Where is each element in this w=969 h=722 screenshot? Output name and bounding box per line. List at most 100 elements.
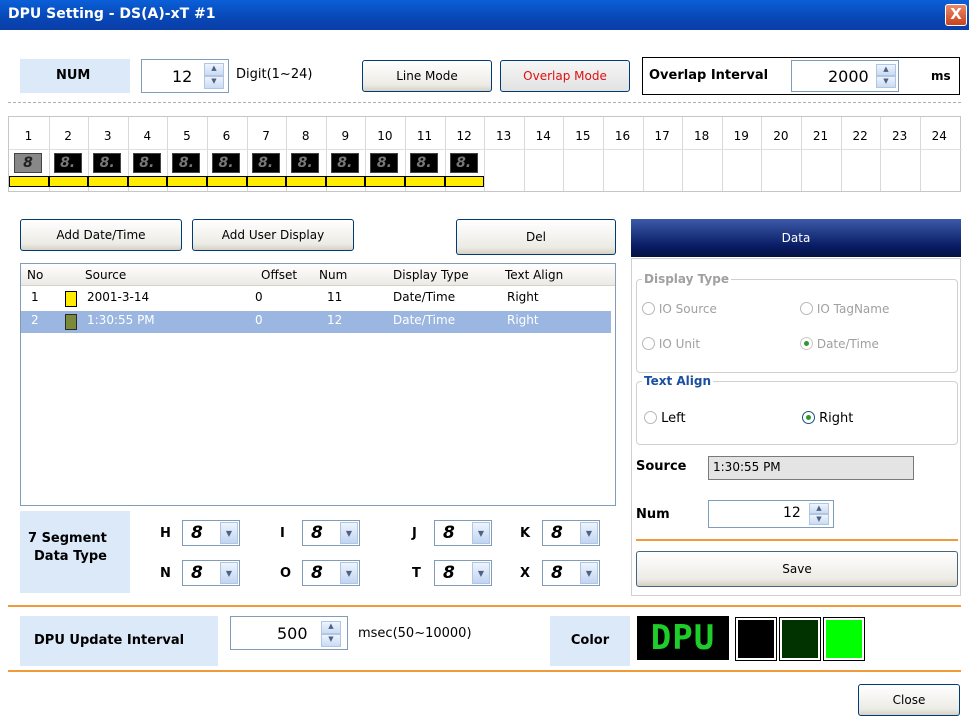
source-field[interactable]: 1:30:55 PM <box>708 456 914 480</box>
segment-digit[interactable]: 8 <box>14 153 42 173</box>
seg-type-select[interactable]: 8 ▼ <box>434 560 492 586</box>
segment-assign-bar <box>286 176 326 187</box>
chevron-down-icon[interactable]: ▼ <box>220 522 238 544</box>
seg-type-select[interactable]: 8 ▼ <box>182 560 240 586</box>
segment-digit[interactable]: 8. <box>449 153 478 173</box>
data-num-spin-buttons[interactable]: ▲ ▼ <box>809 503 829 525</box>
seg-type-label-2: Data Type <box>34 549 107 564</box>
io-source-radio[interactable]: IO Source <box>642 302 717 316</box>
digit-column-number: 18 <box>694 129 710 143</box>
digit-column-number: 15 <box>575 129 591 143</box>
display-list[interactable]: No Source Offset Num Display Type Text A… <box>20 263 616 506</box>
seg-type-select[interactable]: 8 ▼ <box>542 520 600 546</box>
segment-digit[interactable]: 8. <box>410 153 438 173</box>
segment-digit[interactable]: 8. <box>132 153 161 173</box>
digit-column-number: 2 <box>64 129 72 143</box>
spin-up-icon[interactable]: ▲ <box>321 621 341 634</box>
seg-type-select[interactable]: 8 ▼ <box>302 520 360 546</box>
spin-down-icon[interactable]: ▼ <box>809 514 829 525</box>
overlap-mode-button[interactable]: Overlap Mode <box>500 60 630 92</box>
col-offset: Offset <box>261 268 298 282</box>
segment-digit[interactable]: 8. <box>53 153 82 173</box>
spin-down-icon[interactable]: ▼ <box>321 634 341 647</box>
update-interval-stepper[interactable]: 500 ▲ ▼ <box>230 616 348 650</box>
save-button[interactable]: Save <box>636 551 958 587</box>
digit-column-number: 17 <box>654 129 670 143</box>
segment-digit[interactable]: 8. <box>172 153 201 173</box>
digit-column-number: 13 <box>496 129 512 143</box>
segment-digit[interactable]: 8. <box>291 153 320 173</box>
window-close-button[interactable]: X <box>945 4 967 26</box>
align-left-radio[interactable]: Left <box>644 411 686 426</box>
seg-glyph: 8 <box>443 523 455 543</box>
num-spin-buttons[interactable]: ▲ ▼ <box>204 63 224 89</box>
chevron-down-icon[interactable]: ▼ <box>580 562 598 584</box>
overlap-unit: ms <box>931 69 951 83</box>
row-no: 1 <box>31 290 39 304</box>
seg-glyph: 8 <box>311 563 323 583</box>
col-text-align: Text Align <box>505 268 564 282</box>
window-title: DPU Setting - DS(A)-xT #1 <box>8 6 216 22</box>
chevron-down-icon[interactable]: ▼ <box>472 522 490 544</box>
close-button[interactable]: Close <box>858 684 960 716</box>
line-mode-button[interactable]: Line Mode <box>362 60 492 92</box>
segment-digit[interactable]: 8. <box>93 153 122 173</box>
num-label-data: Num <box>636 507 670 522</box>
seg-type-select[interactable]: 8 ▼ <box>302 560 360 586</box>
io-tagname-radio[interactable]: IO TagName <box>800 302 889 316</box>
segment-assign-bar <box>246 176 287 187</box>
chevron-down-icon[interactable]: ▼ <box>472 562 490 584</box>
seg-type-select[interactable]: 8 ▼ <box>434 520 492 546</box>
delete-button[interactable]: Del <box>456 219 616 255</box>
seg-type-select[interactable]: 8 ▼ <box>542 560 600 586</box>
segment-digit[interactable]: 8. <box>212 153 240 173</box>
divider <box>636 539 958 541</box>
update-spin-buttons[interactable]: ▲ ▼ <box>321 621 341 647</box>
align-right-radio[interactable]: Right <box>802 411 853 426</box>
overlap-interval-stepper[interactable]: 2000 ▲ ▼ <box>791 60 899 92</box>
seg-glyph: 8 <box>191 523 203 543</box>
chevron-down-icon[interactable]: ▼ <box>580 522 598 544</box>
color-swatch-background[interactable] <box>779 617 821 661</box>
digit-column-number: 14 <box>535 129 551 143</box>
chevron-down-icon[interactable]: ▼ <box>340 562 358 584</box>
seg-glyph: 8 <box>443 563 455 583</box>
segment-digit[interactable]: 8. <box>370 153 399 173</box>
chevron-down-icon[interactable]: ▼ <box>340 522 358 544</box>
update-range-label: msec(50~10000) <box>358 626 472 641</box>
seg-type-select[interactable]: 8 ▼ <box>182 520 240 546</box>
digit-range-label: Digit(1~24) <box>236 67 313 82</box>
seg-type-label-1: 7 Segment <box>28 531 107 546</box>
digit-column-number: 8 <box>301 129 310 143</box>
digit-column-number: 10 <box>377 129 393 143</box>
spin-down-icon[interactable]: ▼ <box>204 76 224 89</box>
radio-icon <box>644 411 657 424</box>
row-num: 12 <box>327 313 343 327</box>
table-row[interactable]: 1 2001-3-14 0 11 Date/Time Right <box>21 288 615 310</box>
digit-column-number: 11 <box>416 129 433 143</box>
digit-column-number: 5 <box>183 129 191 143</box>
spin-up-icon[interactable]: ▲ <box>809 503 829 514</box>
spin-up-icon[interactable]: ▲ <box>876 64 896 76</box>
chevron-down-icon[interactable]: ▼ <box>220 562 238 584</box>
num-value: 12 <box>172 67 193 86</box>
segment-digit[interactable]: 8. <box>251 153 280 173</box>
table-row-selected[interactable]: 2 1:30:55 PM 0 12 Date/Time Right <box>21 311 611 333</box>
digit-column-number: 7 <box>262 129 270 143</box>
overlap-spin-buttons[interactable]: ▲ ▼ <box>876 64 896 88</box>
datetime-radio[interactable]: Date/Time <box>800 337 879 351</box>
add-datetime-button[interactable]: Add Date/Time <box>20 219 182 251</box>
data-num-stepper[interactable]: 12 ▲ ▼ <box>708 500 834 528</box>
spin-down-icon[interactable]: ▼ <box>876 76 896 88</box>
seg-key-label: J <box>412 526 417 541</box>
row-color-marker <box>65 291 77 307</box>
color-swatch-digit-off[interactable] <box>735 617 777 661</box>
add-user-display-button[interactable]: Add User Display <box>192 219 354 251</box>
color-swatch-digit-on[interactable] <box>823 617 865 661</box>
spin-up-icon[interactable]: ▲ <box>204 63 224 76</box>
io-unit-radio[interactable]: IO Unit <box>642 337 700 351</box>
col-no: No <box>27 268 44 282</box>
segment-digit[interactable]: 8. <box>330 153 359 173</box>
seg-glyph: 8 <box>311 523 323 543</box>
num-stepper[interactable]: 12 ▲ ▼ <box>141 59 229 93</box>
